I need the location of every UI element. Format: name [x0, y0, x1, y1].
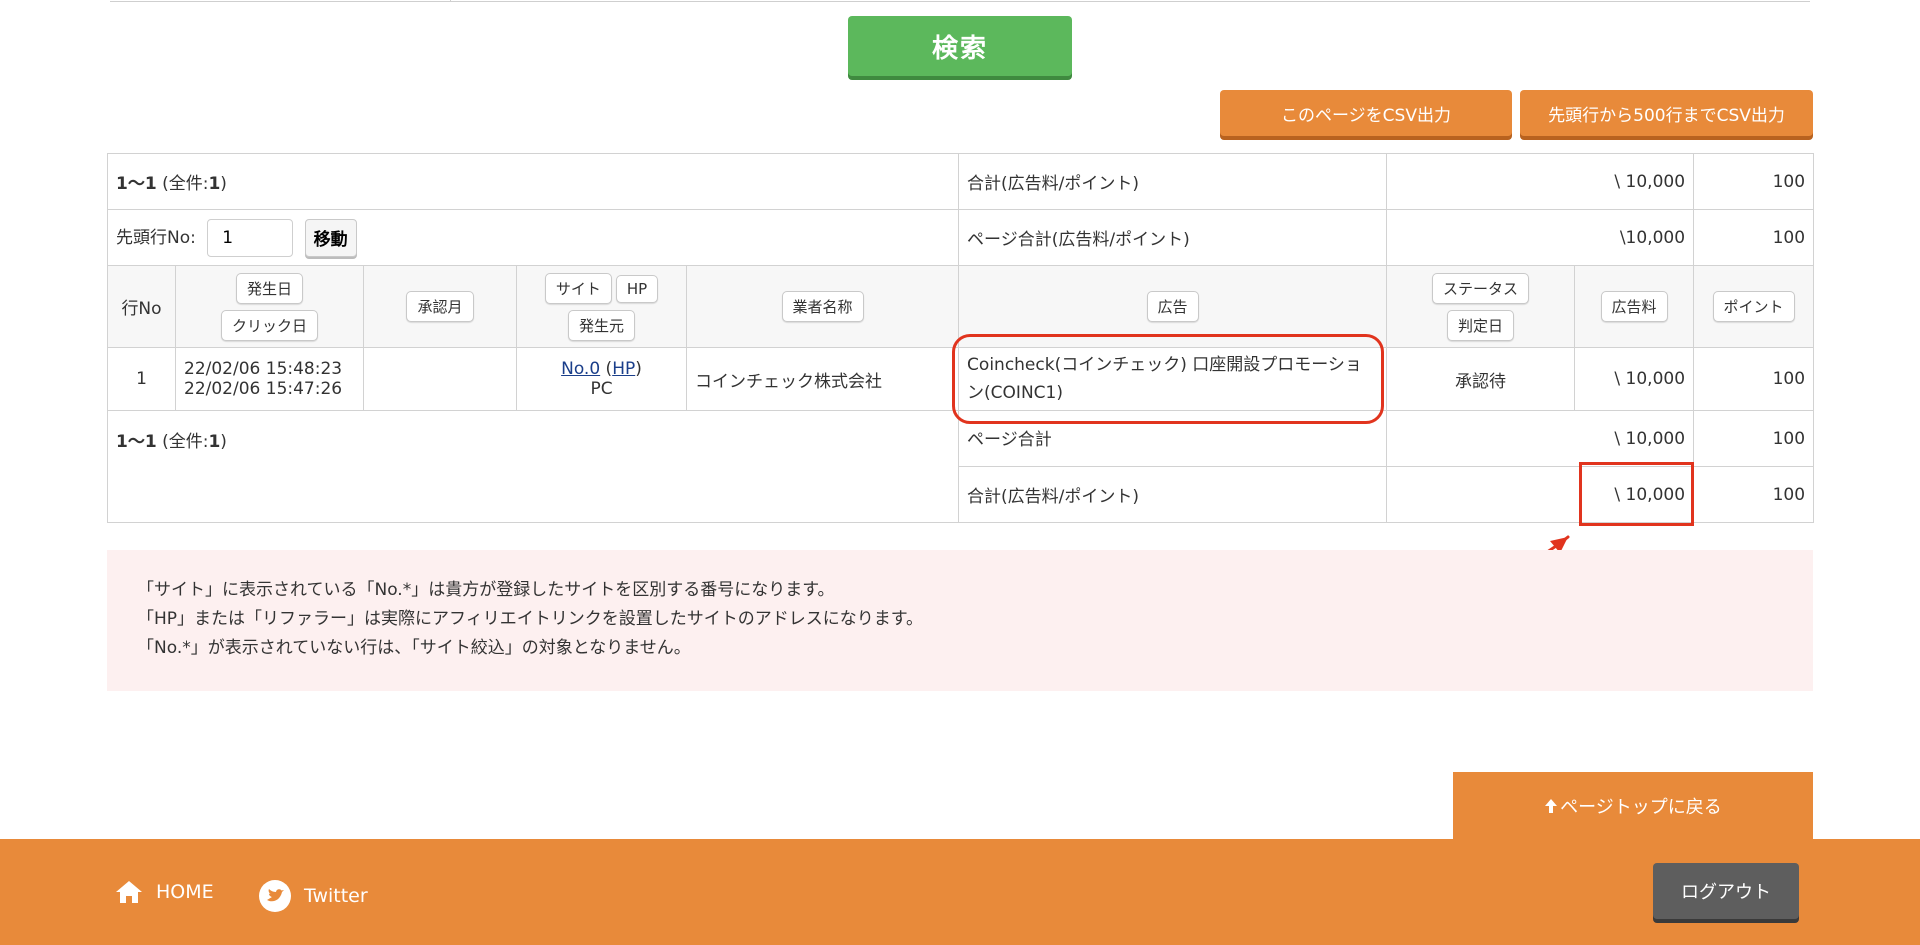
csv-export-500-button[interactable]: 先頭行から500行までCSV出力	[1520, 90, 1813, 136]
header-approval: 承認月	[363, 265, 517, 348]
bottom-page-total-fee: \ 10,000	[1386, 410, 1695, 467]
sort-ad-fee[interactable]: 広告料	[1600, 291, 1668, 322]
summary-page-row: 先頭行No: 移動 ページ合計(広告料/ポイント) \10,000 100	[106, 209, 1815, 266]
sort-hp[interactable]: HP	[615, 274, 659, 303]
header-dates: 発生日 クリック日	[175, 265, 364, 348]
sort-judged-date[interactable]: 判定日	[1447, 309, 1515, 341]
start-row-control: 先頭行No: 移動	[106, 209, 960, 266]
bottom-total-fee: \ 10,000	[1386, 466, 1695, 523]
result-count-prefix: (全件:	[162, 174, 209, 194]
row-hp-link[interactable]: HP	[612, 359, 635, 379]
bottom-result-range: 1〜1 (全件:1)	[106, 410, 960, 523]
start-row-input[interactable]	[207, 218, 294, 257]
bottom-range-bold: 1〜1	[116, 432, 157, 452]
row-clicked-at: 22/02/06 15:47:26	[184, 379, 343, 399]
row-site-no-link[interactable]: No.0	[561, 359, 600, 379]
page-total-fee: \10,000	[1386, 209, 1695, 266]
sort-occurred-date[interactable]: 発生日	[235, 272, 303, 304]
header-site: サイト HP 発生元	[516, 265, 687, 348]
header-points: ポイント	[1693, 265, 1815, 348]
form-divider	[450, 0, 451, 2]
search-form-bottom-edge	[110, 0, 1810, 2]
bottom-count-suffix: )	[220, 432, 227, 452]
row-no: 1	[107, 347, 176, 411]
table-header-row: 行No 発生日 クリック日 承認月 サイト HP 発生元 業者名称 広告 ステータ…	[107, 265, 1815, 348]
sort-site[interactable]: サイト	[544, 272, 612, 304]
note-line: 「No.*」が表示されていない行は、「サイト絞込」の対象となりません。	[137, 638, 691, 658]
search-button[interactable]: 検索	[848, 16, 1072, 76]
header-ad: 広告	[958, 265, 1388, 348]
row-approval-month	[363, 347, 517, 411]
total-points: 100	[1693, 153, 1815, 210]
page-total-label: ページ合計(広告料/ポイント)	[958, 209, 1388, 266]
bottom-count: 1	[208, 432, 221, 452]
sort-approval-month[interactable]: 承認月	[406, 291, 474, 322]
footer-home-link[interactable]: HOME	[114, 879, 214, 905]
note-line: 「サイト」に表示されている「No.*」は貴方が登録したサイトを区別する番号になり…	[137, 580, 835, 600]
page-total-points: 100	[1693, 209, 1815, 266]
move-button[interactable]: 移動	[304, 218, 357, 257]
sort-source[interactable]: 発生元	[567, 309, 635, 341]
result-count-suffix: )	[220, 174, 227, 194]
logout-button[interactable]: ログアウト	[1653, 863, 1799, 919]
row-source: PC	[590, 379, 613, 399]
footer: HOME Twitter ログアウト	[0, 839, 1920, 945]
row-ad: Coincheck(コインチェック) 口座開設プロモーション(COINC1)	[958, 347, 1388, 411]
row-points: 100	[1693, 347, 1815, 411]
footer-home-label: HOME	[156, 881, 214, 903]
row-merchant: コインチェック株式会社	[685, 347, 960, 411]
csv-export-page-button[interactable]: このページをCSV出力	[1220, 90, 1512, 136]
bottom-page-total-points: 100	[1693, 410, 1815, 467]
total-fee: \ 10,000	[1386, 153, 1695, 210]
table-row: 1 22/02/06 15:48:23 22/02/06 15:47:26 No…	[107, 347, 1815, 411]
result-range-bold: 1〜1	[116, 174, 157, 194]
summary-total-row: 1〜1 (全件:1) 合計(広告料/ポイント) \ 10,000 100	[106, 153, 1815, 210]
header-status: ステータス 判定日	[1386, 265, 1576, 348]
total-label: 合計(広告料/ポイント)	[958, 153, 1388, 210]
footer-twitter-link[interactable]: Twitter	[258, 879, 368, 913]
result-count: 1	[208, 174, 221, 194]
row-status: 承認待	[1386, 347, 1576, 411]
bottom-count-prefix: (全件:	[162, 432, 209, 452]
sort-ad[interactable]: 広告	[1146, 291, 1199, 322]
bottom-total-points: 100	[1693, 466, 1815, 523]
start-row-label: 先頭行No:	[116, 227, 196, 248]
home-icon	[116, 881, 142, 903]
sort-click-date[interactable]: クリック日	[220, 309, 318, 341]
header-ad-fee: 広告料	[1574, 265, 1695, 348]
results-table: 1〜1 (全件:1) 合計(広告料/ポイント) \ 10,000 100 先頭行…	[106, 153, 1815, 523]
row-site: No.0 (HP) PC	[516, 347, 687, 411]
page-top-button[interactable]: ページトップに戻る	[1453, 772, 1813, 840]
bottom-total-label: 合計(広告料/ポイント)	[958, 466, 1388, 523]
notes-panel: 「サイト」に表示されている「No.*」は貴方が登録したサイトを区別する番号になり…	[107, 550, 1813, 691]
sort-merchant[interactable]: 業者名称	[781, 291, 864, 322]
sort-points[interactable]: ポイント	[1712, 291, 1795, 322]
twitter-icon	[259, 880, 291, 912]
row-ad-fee: \ 10,000	[1574, 347, 1695, 411]
sort-status[interactable]: ステータス	[1432, 272, 1530, 304]
row-occurred-at: 22/02/06 15:48:23	[184, 359, 343, 379]
bottom-page-total-row: 1〜1 (全件:1) ページ合計 \ 10,000 100	[106, 410, 1815, 523]
result-range: 1〜1 (全件:1)	[106, 153, 960, 210]
bottom-page-total-label: ページ合計	[958, 410, 1388, 467]
page-top-label: ページトップに戻る	[1560, 797, 1722, 818]
footer-twitter-label: Twitter	[304, 885, 368, 907]
row-dates: 22/02/06 15:48:23 22/02/06 15:47:26	[175, 347, 364, 411]
arrow-up-icon	[1545, 799, 1558, 813]
note-line: 「HP」または「リファラー」は実際にアフィリエイトリンクを設置したサイトのアドレ…	[137, 609, 923, 629]
header-row-no: 行No	[107, 265, 176, 348]
header-merchant: 業者名称	[685, 265, 960, 348]
